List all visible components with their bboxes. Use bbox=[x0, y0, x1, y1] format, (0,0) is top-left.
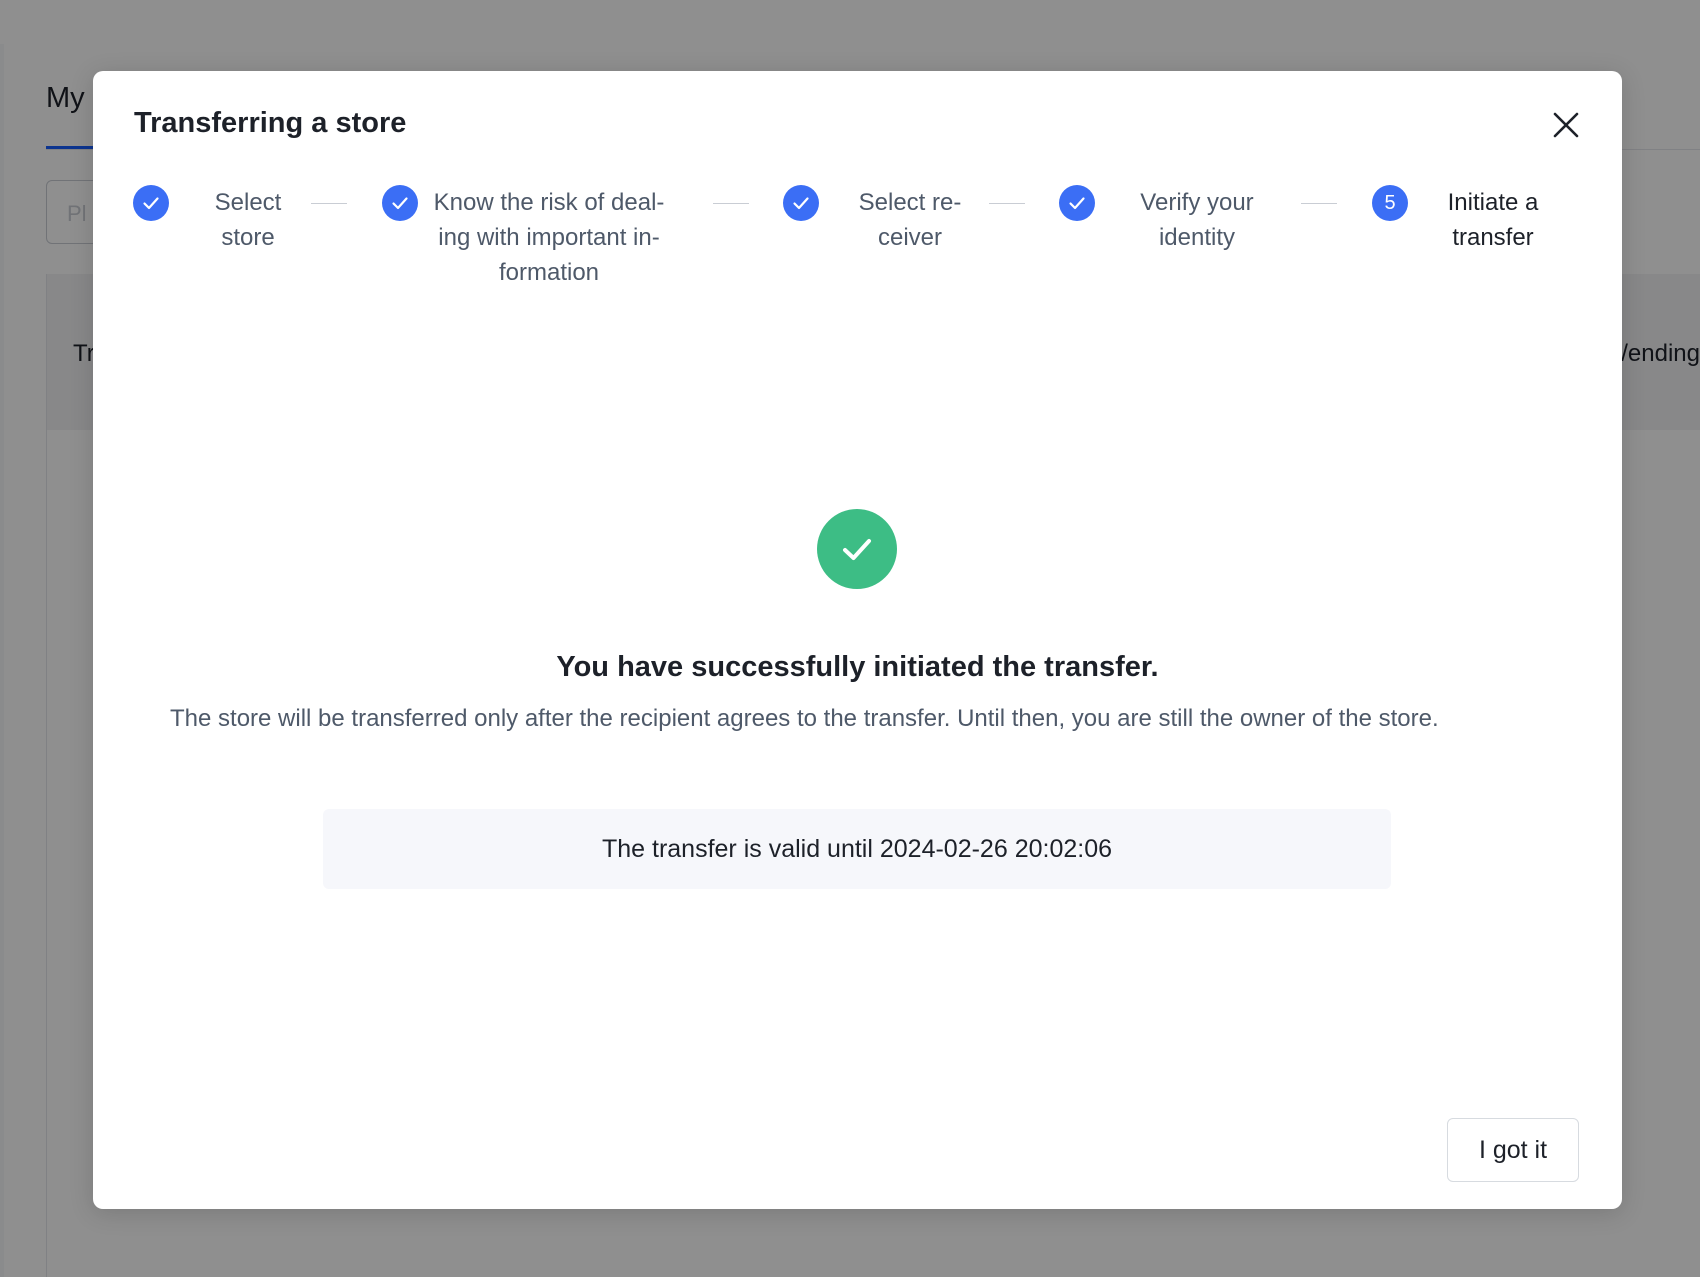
step-connector bbox=[1301, 203, 1337, 204]
transfer-store-modal: Transferring a store Select store Know th… bbox=[93, 71, 1622, 1209]
step-1-label: Select store bbox=[214, 189, 282, 251]
transfer-valid-until: The transfer is valid until 2024-02-26 2… bbox=[323, 809, 1391, 889]
step-1-check-icon bbox=[133, 185, 169, 221]
success-check-icon bbox=[817, 509, 897, 589]
steps-bar: Select store Know the risk of deal-ing wi… bbox=[93, 71, 1622, 371]
result-description: The store will be transferred only after… bbox=[170, 705, 1439, 732]
step-2-label: Know the risk of deal-ing with important… bbox=[433, 189, 665, 286]
result-title: You have successfully initiated the tran… bbox=[556, 651, 1159, 683]
step-4-label: Verify your identity bbox=[1140, 189, 1254, 251]
step-connector bbox=[989, 203, 1025, 204]
step-5-label: Initiate a transfer bbox=[1447, 189, 1539, 251]
step-connector bbox=[311, 203, 347, 204]
i-got-it-button[interactable]: I got it bbox=[1447, 1118, 1579, 1182]
step-connector bbox=[713, 203, 749, 204]
step-3-label: Select re-ceiver bbox=[858, 189, 962, 251]
step-3-check-icon bbox=[783, 185, 819, 221]
step-4-check-icon bbox=[1059, 185, 1095, 221]
step-5-number-icon: 5 bbox=[1372, 185, 1408, 221]
